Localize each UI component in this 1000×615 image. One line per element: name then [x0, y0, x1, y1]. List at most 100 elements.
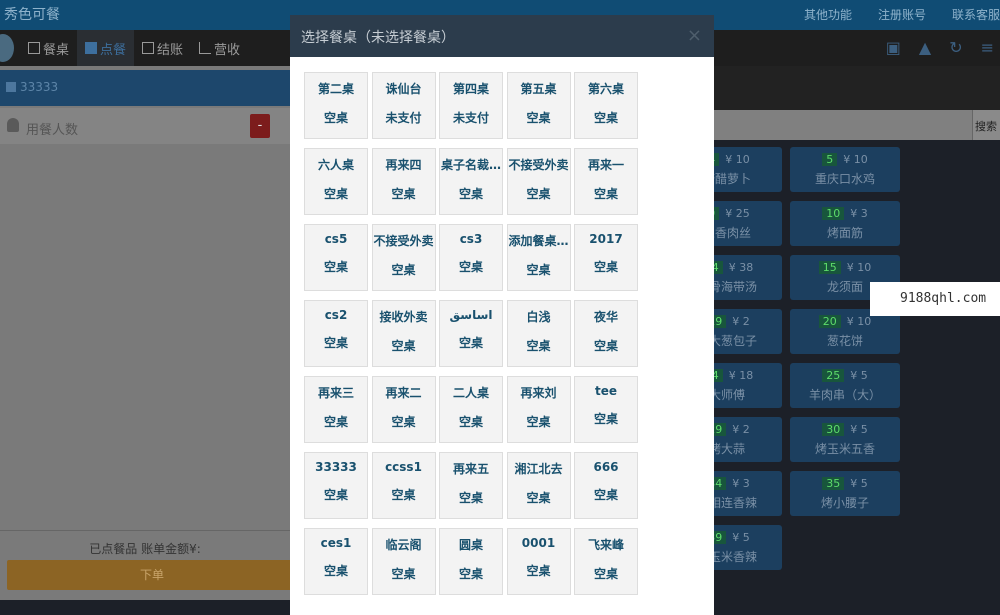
table-tile[interactable]: 第四桌 未支付: [439, 72, 503, 139]
dish-card[interactable]: 10 ¥ 3 烤面筋: [790, 201, 900, 246]
dish-card[interactable]: 35 ¥ 5 烤小腰子: [790, 471, 900, 516]
close-icon[interactable]: ×: [687, 25, 702, 46]
bell-icon[interactable]: ▲: [919, 38, 931, 57]
table-tile[interactable]: 第六桌 空桌: [574, 72, 638, 139]
decrement-button[interactable]: -: [250, 114, 270, 138]
table-tile[interactable]: 再来二 空桌: [371, 376, 436, 443]
table-tile[interactable]: 白浅 空桌: [506, 300, 571, 367]
table-name: اساسق: [449, 308, 493, 322]
table-tile[interactable]: 再来四 空桌: [371, 148, 436, 215]
table-name: 第六桌: [587, 82, 624, 96]
search-button[interactable]: 搜索: [972, 110, 1000, 140]
table-status: 空桌: [323, 187, 348, 201]
table-tile[interactable]: اساسق 空桌: [439, 300, 503, 367]
table-status: 空桌: [391, 415, 416, 429]
table-tile[interactable]: 添加餐桌… 空桌: [506, 224, 571, 291]
table-tile[interactable]: 2017 空桌: [574, 224, 638, 291]
table-tile[interactable]: 0001 空桌: [506, 528, 571, 595]
place-order-button[interactable]: 下单: [7, 560, 297, 590]
table-tile[interactable]: 第二桌 空桌: [304, 72, 368, 139]
current-table-bar[interactable]: 33333: [0, 70, 290, 106]
table-tile[interactable]: 不接受外卖 空桌: [371, 224, 436, 291]
dish-price: ¥ 38: [728, 261, 754, 274]
table-name: 添加餐桌…: [508, 234, 569, 248]
dish-name: 葱花饼: [826, 334, 863, 348]
table-name: 再来一: [587, 158, 624, 172]
table-tile[interactable]: 圆桌 空桌: [439, 528, 503, 595]
table-tile[interactable]: 接收外卖 空桌: [371, 300, 436, 367]
table-tile[interactable]: 再来三 空桌: [304, 376, 368, 443]
link-contact[interactable]: 联系客服: [952, 6, 1000, 23]
table-tile[interactable]: 再来一 空桌: [574, 148, 638, 215]
table-tile[interactable]: tee 空桌: [574, 376, 638, 443]
table-tile[interactable]: 不接受外卖 空桌: [506, 148, 571, 215]
dish-price: ¥ 2: [732, 315, 750, 328]
table-status: 空桌: [458, 336, 483, 350]
dish-card[interactable]: 25 ¥ 5 羊肉串（大）: [790, 363, 900, 408]
table-status: 空桌: [391, 488, 416, 502]
table-status: 空桌: [323, 488, 348, 502]
refresh-icon[interactable]: ↻: [949, 38, 962, 57]
dish-price: ¥ 3: [850, 207, 868, 220]
divider: [0, 530, 290, 531]
nav-revenue[interactable]: 营收: [191, 30, 248, 66]
table-name: 2017: [589, 232, 623, 246]
nav-checkout[interactable]: 结账: [134, 30, 191, 66]
dish-name: 烤小腰子: [820, 496, 869, 510]
table-tile[interactable]: 再来刘 空桌: [506, 376, 571, 443]
dish-card[interactable]: 30 ¥ 5 烤玉米五香: [790, 417, 900, 462]
dish-search-input[interactable]: 搜索: [714, 110, 1000, 140]
dish-price: ¥ 5: [732, 531, 750, 544]
table-tile[interactable]: 飞来峰 空桌: [574, 528, 638, 595]
guests-input[interactable]: 用餐人数 -: [0, 108, 290, 144]
table-tile[interactable]: ces1 空桌: [304, 528, 368, 595]
dish-price: ¥ 25: [725, 207, 750, 220]
table-tile[interactable]: 临云阁 空桌: [371, 528, 436, 595]
table-tile[interactable]: 桌子名裁… 空桌: [439, 148, 503, 215]
current-table-name: 33333: [20, 80, 59, 94]
table-status: 空桌: [526, 339, 551, 353]
table-tile[interactable]: cs5 空桌: [304, 224, 368, 291]
table-status: 空桌: [526, 187, 551, 201]
gift-icon[interactable]: ▣: [886, 38, 901, 57]
table-tile[interactable]: 第五桌 空桌: [506, 72, 571, 139]
table-name: 第二桌: [317, 82, 354, 96]
table-tile[interactable]: 六人桌 空桌: [304, 148, 368, 215]
menu-icon[interactable]: ≡: [981, 38, 994, 57]
table-tile[interactable]: 诛仙台 未支付: [371, 72, 436, 139]
table-tile[interactable]: 湘江北去 空桌: [506, 452, 571, 519]
table-tile[interactable]: cs3 空桌: [439, 224, 503, 291]
user-icon: [7, 118, 19, 132]
table-tile[interactable]: 33333 空桌: [304, 452, 368, 519]
link-register[interactable]: 注册账号: [878, 6, 926, 23]
table-status: 空桌: [593, 187, 618, 201]
chart-icon: [199, 42, 212, 54]
dish-number: 5: [822, 153, 838, 166]
guests-placeholder: 用餐人数: [26, 123, 79, 138]
table-status: 空桌: [391, 263, 416, 277]
table-name: 再来刘: [520, 386, 557, 400]
nav-order[interactable]: 点餐: [77, 30, 135, 66]
table-status: 空桌: [391, 339, 416, 353]
table-tile[interactable]: cs2 空桌: [304, 300, 368, 367]
table-name: ccss1: [385, 460, 422, 474]
dish-name: 烤玉米五香: [814, 442, 875, 456]
table-name: 桌子名裁…: [440, 158, 501, 172]
table-name: 六人桌: [317, 158, 354, 172]
dish-name: 羊肉串（大）: [808, 388, 881, 402]
table-tile[interactable]: ccss1 空桌: [371, 452, 436, 519]
table-name: 再来四: [385, 158, 422, 172]
dish-card[interactable]: 5 ¥ 10 重庆口水鸡: [790, 147, 900, 192]
link-other-features[interactable]: 其他功能: [804, 6, 852, 23]
table-name: 第五桌: [520, 82, 557, 96]
table-name: 临云阁: [385, 538, 422, 552]
table-status: 空桌: [391, 187, 416, 201]
nav-tables[interactable]: 餐桌: [20, 30, 77, 66]
table-status: 未支付: [452, 111, 489, 125]
select-table-modal: 选择餐桌（未选择餐桌） × 第二桌 空桌 诛仙台 未支付 第四桌 未支付 第五桌 空桌 第六桌空…: [290, 15, 714, 615]
table-tile[interactable]: 夜华 空桌: [574, 300, 638, 367]
table-tile[interactable]: 再来五 空桌: [439, 452, 503, 519]
nav-label: 结账: [157, 42, 184, 58]
table-tile[interactable]: 二人桌 空桌: [439, 376, 503, 443]
table-tile[interactable]: 666 空桌: [574, 452, 638, 519]
